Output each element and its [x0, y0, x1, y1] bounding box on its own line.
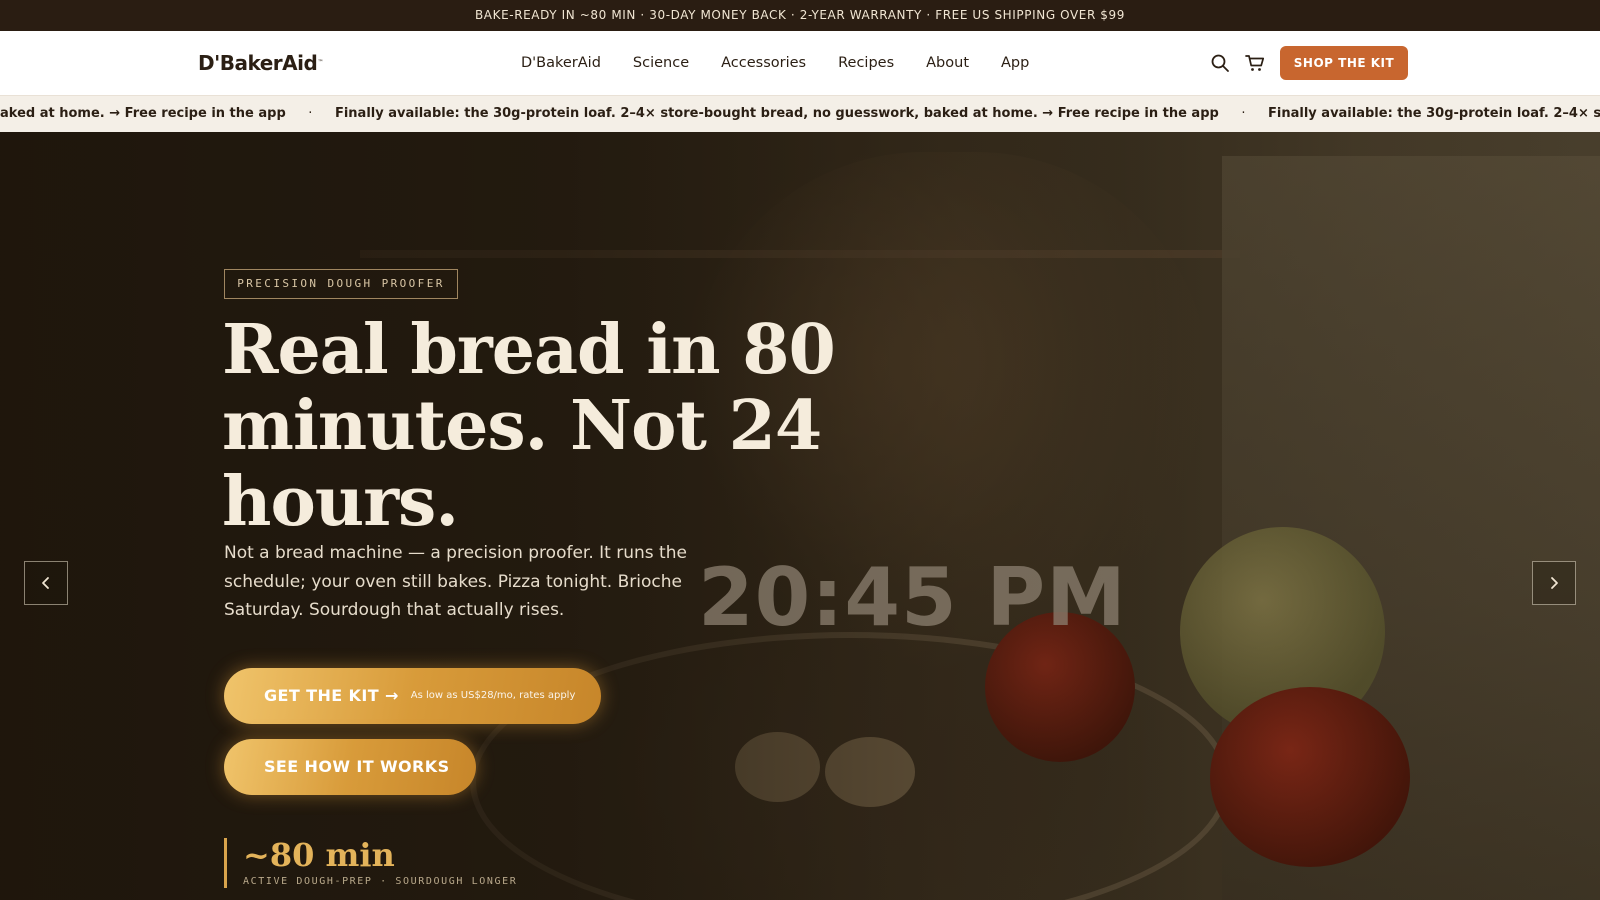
nav-link-science[interactable]: Science — [633, 53, 689, 73]
get-the-kit-button[interactable]: GET THE KIT → As low as US$28/mo, rates … — [224, 668, 601, 724]
chevron-left-icon — [42, 577, 49, 589]
ticker-separator: · — [308, 106, 313, 121]
hero-stat: ~80 min ACTIVE DOUGH-PREP · SOURDOUGH LO… — [224, 838, 517, 888]
carousel-prev-button[interactable] — [24, 561, 68, 605]
cart-icon[interactable] — [1244, 52, 1266, 74]
nav-link-recipes[interactable]: Recipes — [838, 53, 894, 73]
hero-section: 20:45 PM PRECISION DOUGH PROOFER Real br… — [0, 132, 1600, 900]
chevron-right-icon — [1551, 577, 1558, 589]
nav-link-about[interactable]: About — [926, 53, 969, 73]
site-header: D'BakerAid™ D'BakerAid Science Accessori… — [0, 31, 1600, 96]
hero-headline: Real bread in 80 minutes. Not 24 hours. — [222, 310, 836, 542]
nav-link-app[interactable]: App — [1001, 53, 1029, 73]
see-how-it-works-button[interactable]: SEE HOW IT WORKS — [224, 739, 476, 795]
ticker-lead: aked at home. → Free recipe in the app — [0, 106, 286, 121]
brand-logo[interactable]: D'BakerAid™ — [198, 51, 323, 75]
logo-trademark: ™ — [317, 59, 323, 66]
ticker-message: Finally available: the 30g-protein loaf.… — [334, 106, 1219, 121]
search-icon[interactable] — [1209, 52, 1231, 74]
announcement-bar: BAKE-READY IN ~80 MIN · 30-DAY MONEY BAC… — [0, 0, 1600, 31]
announcement-ticker: aked at home. → Free recipe in the app ·… — [0, 96, 1600, 132]
ticker-message-repeat: Finally available: the 30g-protein loaf.… — [1268, 106, 1600, 121]
hero-subcopy: Not a bread machine — a precision proofe… — [224, 543, 687, 620]
carousel-next-button[interactable] — [1532, 561, 1576, 605]
stat-caption: ACTIVE DOUGH-PREP · SOURDOUGH LONGER — [243, 876, 518, 887]
hero-eyebrow: PRECISION DOUGH PROOFER — [224, 269, 458, 299]
ticker-separator: · — [1241, 106, 1246, 121]
stat-value: ~80 min — [243, 836, 395, 874]
ticker-track: aked at home. → Free recipe in the app ·… — [0, 96, 1600, 132]
hero-clock-display: 20:45 PM — [698, 551, 1127, 644]
nav-link-dbakeraid[interactable]: D'BakerAid — [521, 53, 601, 73]
financing-note: As low as US$28/mo, rates apply — [410, 690, 576, 701]
main-nav: D'BakerAid Science Accessories Recipes A… — [521, 53, 1029, 73]
get-the-kit-label: GET THE KIT → — [264, 686, 399, 705]
see-how-it-works-label: SEE HOW IT WORKS — [264, 757, 450, 776]
logo-text: D'BakerAid — [198, 51, 318, 75]
shop-the-kit-button[interactable]: SHOP THE KIT — [1280, 46, 1408, 80]
nav-link-accessories[interactable]: Accessories — [721, 53, 806, 73]
